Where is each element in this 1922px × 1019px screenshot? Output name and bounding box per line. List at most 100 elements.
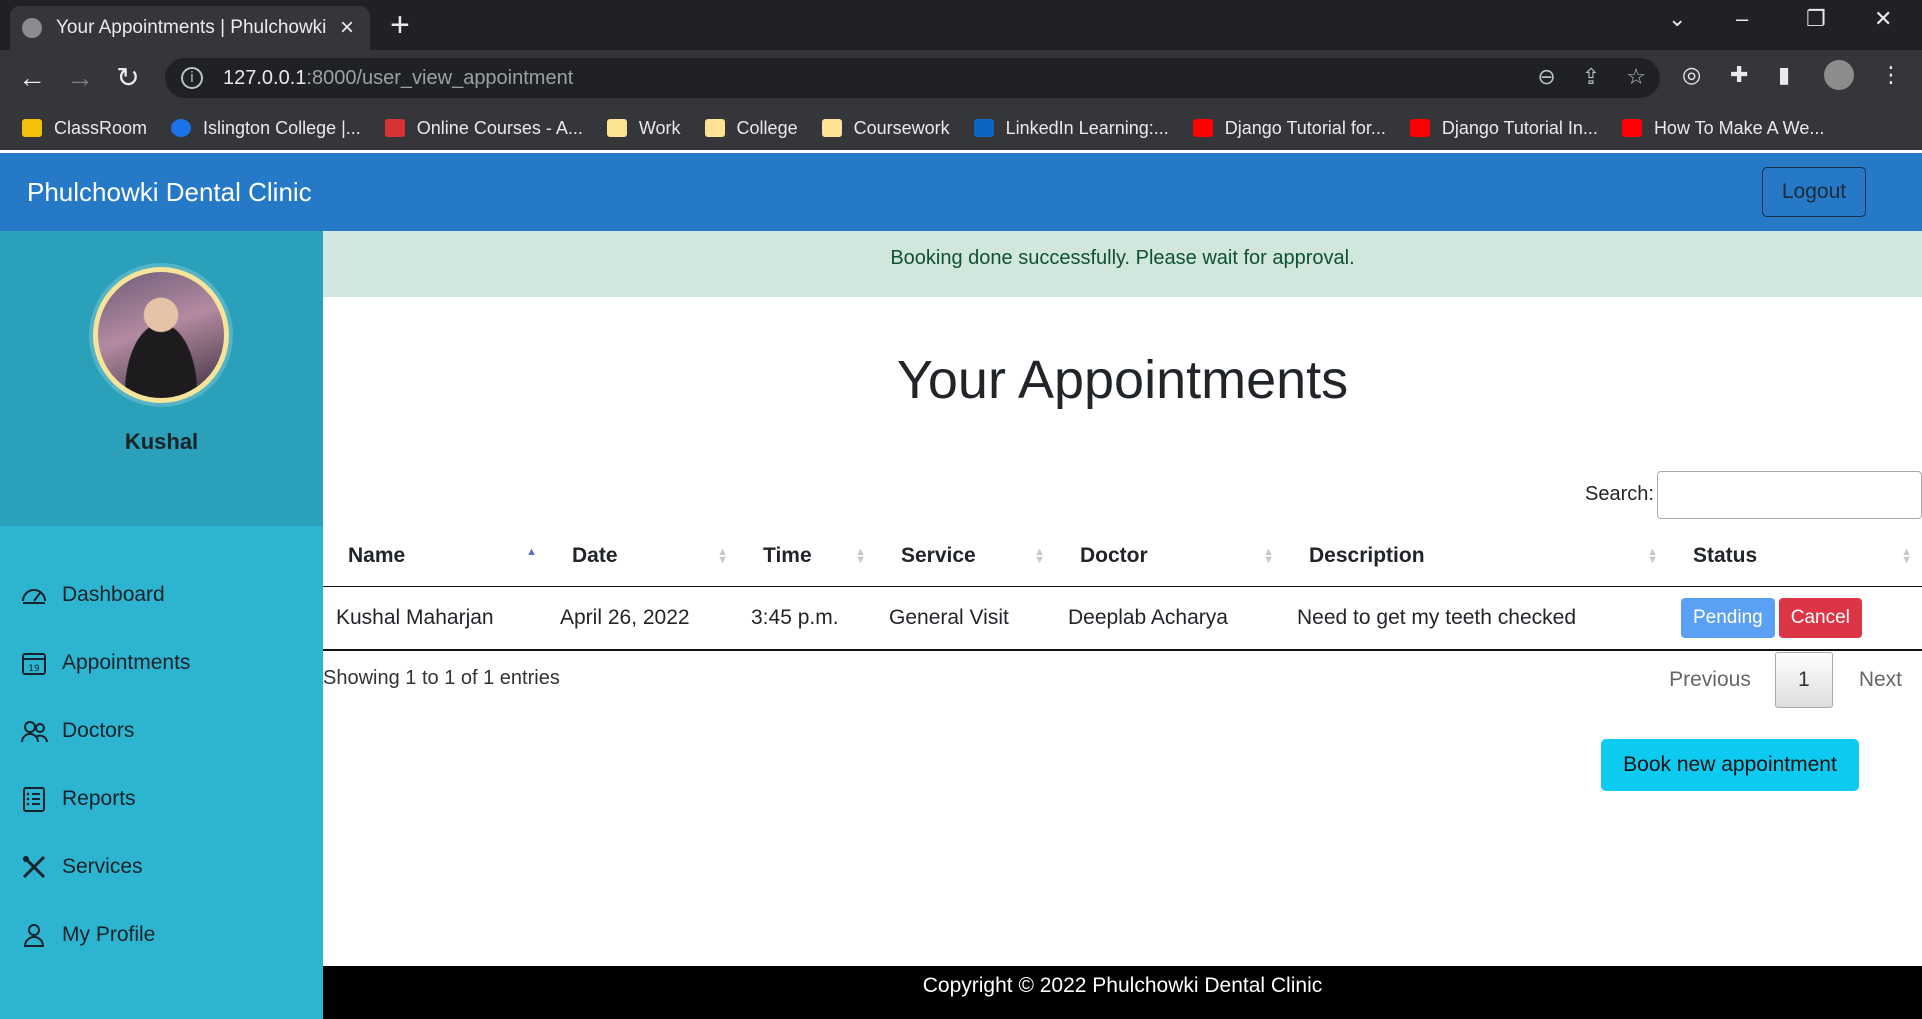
zoom-icon[interactable]: ⊖: [1537, 64, 1555, 90]
forward-icon[interactable]: →: [62, 60, 98, 96]
reload-icon[interactable]: ↻: [110, 60, 146, 96]
sidebar-item-doctors[interactable]: Doctors: [0, 697, 323, 765]
search-label: Search:: [1585, 483, 1654, 505]
sort-icon: ▲ ▼: [717, 546, 728, 566]
bookmarks-bar: ClassRoom Islington College |... Online …: [0, 106, 1922, 150]
classroom-icon: [22, 119, 42, 137]
previous-button[interactable]: Previous: [1669, 668, 1751, 692]
youtube-icon: [1192, 119, 1213, 137]
sidebar-item-label: My Profile: [62, 923, 156, 946]
sort-icon: ▲ ▼: [1647, 546, 1658, 566]
cell-description: Need to get my teeth checked: [1284, 586, 1668, 651]
youtube-icon: [1409, 119, 1430, 137]
browser-toolbar: ← → ↻ i 127.0.0.1:8000/user_view_appoint…: [0, 50, 1922, 106]
column-header-description[interactable]: Description ▲ ▼: [1284, 526, 1668, 587]
bookmark-item[interactable]: Work: [606, 118, 681, 139]
sidebar-item-label: Dashboard: [62, 583, 165, 606]
bookmark-item[interactable]: LinkedIn Learning:...: [973, 118, 1169, 139]
logout-button[interactable]: Logout: [1762, 167, 1866, 217]
restore-icon[interactable]: ❐: [1806, 6, 1826, 32]
people-icon: [20, 717, 48, 745]
profile-box: Kushal: [0, 231, 323, 526]
sidebar-item-my-profile[interactable]: My Profile: [0, 901, 323, 969]
table-info: Showing 1 to 1 of 1 entries: [323, 667, 560, 689]
column-header-status[interactable]: Status ▲ ▼: [1668, 526, 1922, 587]
search-input[interactable]: [1657, 471, 1922, 519]
sidebar: Kushal Dashboard 19 Appointments Doctors: [0, 231, 323, 1019]
pending-button[interactable]: Pending: [1681, 597, 1775, 638]
browser-tab[interactable]: Your Appointments | Phulchowki ×: [10, 6, 370, 50]
avatar: [93, 267, 229, 403]
column-header-name[interactable]: Name ▲: [323, 526, 547, 587]
book-new-appointment-button[interactable]: Book new appointment: [1601, 739, 1859, 791]
extension-icon[interactable]: ◎: [1682, 62, 1701, 88]
folder-icon: [606, 119, 627, 137]
sort-asc-icon: ▲: [526, 546, 537, 558]
column-header-time[interactable]: Time ▲ ▼: [738, 526, 876, 587]
browser-tab-strip: Your Appointments | Phulchowki × + ⌄ – ❐…: [0, 0, 1922, 50]
sidebar-menu: Dashboard 19 Appointments Doctors Report…: [0, 561, 323, 969]
bookmark-item[interactable]: How To Make A We...: [1621, 118, 1824, 139]
cell-doctor: Deeplab Acharya: [1055, 586, 1284, 651]
brand-title[interactable]: Phulchowki Dental Clinic: [27, 177, 312, 208]
sidebar-item-label: Services: [62, 855, 143, 878]
sidebar-item-label: Doctors: [62, 719, 135, 742]
youtube-icon: [1621, 119, 1642, 137]
next-button[interactable]: Next: [1859, 668, 1902, 692]
main-content: Booking done successfully. Please wait f…: [323, 231, 1922, 966]
bookmark-item[interactable]: Django Tutorial In...: [1409, 118, 1598, 139]
sort-icon: ▲ ▼: [1901, 546, 1912, 566]
close-tab-icon[interactable]: ×: [336, 14, 358, 42]
udemy-icon: [384, 119, 405, 137]
list-icon: [20, 785, 48, 813]
minimize-icon[interactable]: –: [1736, 6, 1748, 32]
cell-time: 3:45 p.m.: [738, 586, 876, 651]
sidebar-item-reports[interactable]: Reports: [0, 765, 323, 833]
column-header-date[interactable]: Date ▲ ▼: [547, 526, 738, 587]
profile-avatar[interactable]: [1824, 60, 1854, 90]
share-icon[interactable]: ⇪: [1582, 64, 1600, 90]
close-window-icon[interactable]: ✕: [1874, 6, 1892, 32]
folder-icon: [821, 119, 842, 137]
back-icon[interactable]: ←: [14, 60, 50, 96]
side-panel-icon[interactable]: ▮: [1778, 62, 1790, 88]
globe-icon: [22, 18, 42, 38]
bookmark-star-icon[interactable]: ☆: [1626, 64, 1646, 90]
menu-dots-icon[interactable]: ⋮: [1880, 62, 1902, 88]
success-alert: Booking done successfully. Please wait f…: [323, 231, 1922, 297]
site-info-icon[interactable]: i: [181, 67, 203, 89]
cell-date: April 26, 2022: [547, 586, 738, 651]
cell-status: Pending Cancel: [1668, 586, 1922, 651]
bookmark-item[interactable]: Coursework: [821, 118, 950, 139]
column-header-service[interactable]: Service ▲ ▼: [876, 526, 1055, 587]
puzzle-icon[interactable]: ✚: [1730, 62, 1748, 88]
navbar: Phulchowki Dental Clinic Logout: [0, 153, 1922, 231]
bookmark-item[interactable]: Django Tutorial for...: [1192, 118, 1386, 139]
bookmark-item[interactable]: Islington College |...: [171, 118, 361, 139]
url-path: :8000/user_view_appointment: [306, 66, 574, 89]
sidebar-item-label: Appointments: [62, 651, 191, 674]
sort-icon: ▲ ▼: [1263, 546, 1274, 566]
tab-search-icon[interactable]: ⌄: [1668, 6, 1686, 32]
address-bar[interactable]: i 127.0.0.1:8000/user_view_appointment ⊖…: [165, 58, 1660, 98]
bookmark-item[interactable]: Online Courses - A...: [384, 118, 583, 139]
sidebar-item-dashboard[interactable]: Dashboard: [0, 561, 323, 629]
linkedin-icon: [973, 119, 994, 137]
bookmark-item[interactable]: College: [704, 118, 798, 139]
page-title: Your Appointments: [896, 350, 1349, 410]
appointments-table: Name ▲ Date ▲ ▼ Time ▲ ▼ Service ▲ ▼ Doctor ▲ ▼ D…: [323, 526, 1922, 651]
sidebar-item-appointments[interactable]: 19 Appointments: [0, 629, 323, 697]
bookmark-item[interactable]: ClassRoom: [22, 118, 147, 139]
page-button[interactable]: 1: [1774, 652, 1833, 708]
sidebar-item-label: Reports: [62, 787, 136, 810]
tools-icon: [20, 853, 48, 881]
new-tab-icon[interactable]: +: [390, 8, 410, 42]
cancel-button[interactable]: Cancel: [1778, 597, 1862, 638]
footer: Copyright © 2022 Phulchowki Dental Clini…: [323, 966, 1922, 1019]
speedometer-icon: [20, 581, 48, 609]
calendar-icon: 19: [20, 649, 48, 677]
person-icon: [20, 921, 48, 949]
sidebar-item-services[interactable]: Services: [0, 833, 323, 901]
column-header-doctor[interactable]: Doctor ▲ ▼: [1055, 526, 1284, 587]
username: Kushal: [124, 429, 199, 454]
